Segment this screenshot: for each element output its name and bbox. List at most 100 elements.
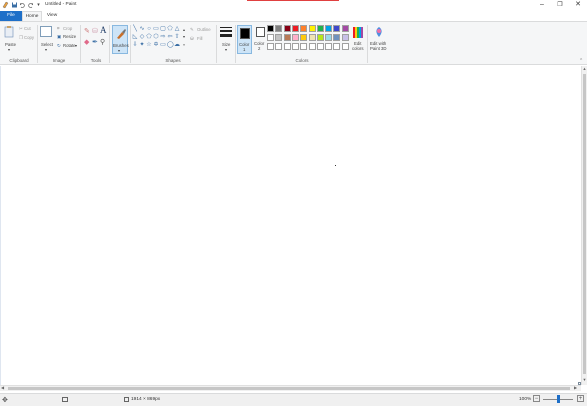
zoom-in-button[interactable]: +	[577, 395, 584, 402]
copy-icon[interactable]: ❐	[19, 35, 23, 41]
palette-swatch[interactable]	[333, 25, 341, 32]
outline-button[interactable]: Outline	[197, 27, 211, 32]
undo-icon[interactable]	[19, 1, 26, 9]
color1-button[interactable]: Color 1	[237, 25, 252, 54]
shapes-expand-icon[interactable]: ▿	[183, 42, 185, 47]
palette-swatch[interactable]	[267, 25, 274, 32]
palette-swatch[interactable]	[325, 34, 333, 41]
crop-icon[interactable]: ⌗	[57, 26, 59, 31]
paste-icon[interactable]	[4, 25, 15, 38]
palette-swatch[interactable]	[333, 43, 341, 50]
palette-swatch[interactable]	[283, 34, 291, 41]
palette-swatch[interactable]	[275, 25, 283, 32]
edit-with-paint3d-button[interactable]: Edit with Paint 3D	[369, 25, 389, 55]
brushes-button[interactable]: Brushes ▾	[112, 25, 129, 54]
four-point-star-shape-icon[interactable]: ✦	[139, 42, 145, 48]
eraser-icon[interactable]: ◆	[84, 38, 89, 46]
resize-button[interactable]: Resize	[63, 34, 76, 39]
palette-swatch[interactable]	[308, 43, 316, 50]
text-icon[interactable]: A	[100, 25, 107, 35]
paste-button[interactable]: Paste	[5, 42, 16, 47]
palette-swatch[interactable]	[300, 43, 308, 50]
palette-swatch[interactable]	[341, 43, 349, 50]
close-button[interactable]: ✕	[569, 0, 587, 10]
palette-swatch[interactable]	[283, 43, 291, 50]
rectangle-shape-icon[interactable]: ▭	[153, 26, 159, 32]
diamond-shape-icon[interactable]: ◇	[139, 34, 145, 40]
scroll-up-icon[interactable]: ▲	[582, 66, 587, 71]
palette-swatch[interactable]	[316, 34, 324, 41]
palette-swatch[interactable]	[341, 34, 349, 41]
cut-button[interactable]: Cut	[24, 26, 31, 31]
pencil-icon[interactable]: ✎	[84, 27, 90, 35]
palette-swatch[interactable]	[291, 34, 299, 41]
paste-dropdown-icon[interactable]: ▾	[8, 47, 10, 52]
palette-swatch[interactable]	[325, 43, 333, 50]
rounded-rectangle-shape-icon[interactable]: ▢	[160, 26, 166, 32]
cut-icon[interactable]: ✂	[19, 26, 23, 32]
up-arrow-shape-icon[interactable]: ⇧	[174, 34, 180, 40]
size-dropdown-icon[interactable]: ▾	[225, 47, 227, 52]
palette-swatch[interactable]	[283, 25, 291, 32]
copy-button[interactable]: Copy	[24, 35, 34, 40]
six-point-star-shape-icon[interactable]: ✡	[153, 42, 159, 48]
edit-colors-button[interactable]: Edit colors	[351, 25, 366, 55]
select-dropdown-icon[interactable]: ▾	[45, 47, 47, 52]
shapes-scroll-down-icon[interactable]: ▾	[183, 34, 185, 39]
crop-button[interactable]: Crop	[63, 26, 72, 31]
fill-bucket-icon[interactable]: ⛁	[190, 36, 194, 42]
rotate-dropdown-icon[interactable]: ▾	[75, 43, 77, 48]
magnifier-icon[interactable]: ⚲	[100, 38, 105, 46]
outline-icon[interactable]: ✎	[190, 27, 194, 33]
curve-shape-icon[interactable]: ∿	[139, 26, 145, 32]
left-arrow-shape-icon[interactable]: ⇦	[167, 34, 173, 40]
horizontal-scroll-thumb[interactable]	[8, 387, 570, 390]
palette-swatch[interactable]	[333, 34, 341, 41]
right-triangle-shape-icon[interactable]: ◺	[132, 34, 138, 40]
scroll-left-icon[interactable]: ◀	[1, 385, 4, 390]
rotate-button[interactable]: Rotate	[63, 43, 76, 48]
select-icon[interactable]	[40, 26, 52, 37]
triangle-shape-icon[interactable]: △	[174, 26, 180, 32]
vertical-scrollbar[interactable]: ▲ ▼	[581, 66, 587, 385]
palette-swatch[interactable]	[267, 43, 274, 50]
save-icon[interactable]	[11, 1, 18, 9]
resize-icon[interactable]: ▣	[57, 34, 61, 40]
oval-callout-shape-icon[interactable]: ◯	[167, 42, 174, 48]
size-icon[interactable]	[219, 26, 233, 40]
palette-swatch[interactable]	[267, 34, 274, 41]
scroll-down-icon[interactable]: ▼	[582, 377, 587, 382]
fill-button[interactable]: Fill	[197, 36, 203, 41]
line-shape-icon[interactable]: ╲	[132, 26, 138, 32]
palette-swatch[interactable]	[325, 25, 333, 32]
color-picker-icon[interactable]: ✒	[92, 38, 98, 46]
pentagon-shape-icon[interactable]: ⬠	[146, 34, 152, 40]
shapes-scroll-up-icon[interactable]: ▴	[183, 27, 185, 32]
polygon-shape-icon[interactable]: ⬠	[167, 26, 173, 32]
oval-shape-icon[interactable]: ○	[146, 26, 152, 32]
five-point-star-shape-icon[interactable]: ☆	[146, 42, 152, 48]
minimize-button[interactable]: –	[533, 0, 551, 10]
palette-swatch[interactable]	[291, 25, 299, 32]
redo-icon[interactable]	[27, 1, 34, 9]
palette-swatch[interactable]	[308, 34, 316, 41]
palette-swatch[interactable]	[291, 43, 299, 50]
palette-swatch[interactable]	[275, 34, 283, 41]
zoom-out-button[interactable]: −	[533, 395, 540, 402]
cloud-callout-shape-icon[interactable]: ☁	[174, 42, 180, 48]
palette-swatch[interactable]	[341, 25, 349, 32]
rotate-icon[interactable]: ↻	[57, 43, 61, 49]
collapse-ribbon-icon[interactable]: ⌃	[579, 58, 583, 64]
palette-swatch[interactable]	[316, 25, 324, 32]
zoom-slider-thumb[interactable]	[557, 395, 560, 403]
maximize-button[interactable]: ❐	[551, 0, 569, 10]
hexagon-shape-icon[interactable]: ⬡	[153, 34, 159, 40]
right-arrow-shape-icon[interactable]: ⇨	[160, 34, 166, 40]
scroll-right-icon[interactable]: ▶	[574, 385, 577, 390]
drawing-canvas[interactable]	[1, 66, 581, 385]
tab-home[interactable]: Home	[22, 11, 42, 21]
down-arrow-shape-icon[interactable]: ⇩	[132, 42, 138, 48]
palette-swatch[interactable]	[300, 25, 308, 32]
horizontal-scrollbar[interactable]: ◀ ▶	[0, 385, 581, 391]
tab-file[interactable]: File	[0, 11, 22, 21]
